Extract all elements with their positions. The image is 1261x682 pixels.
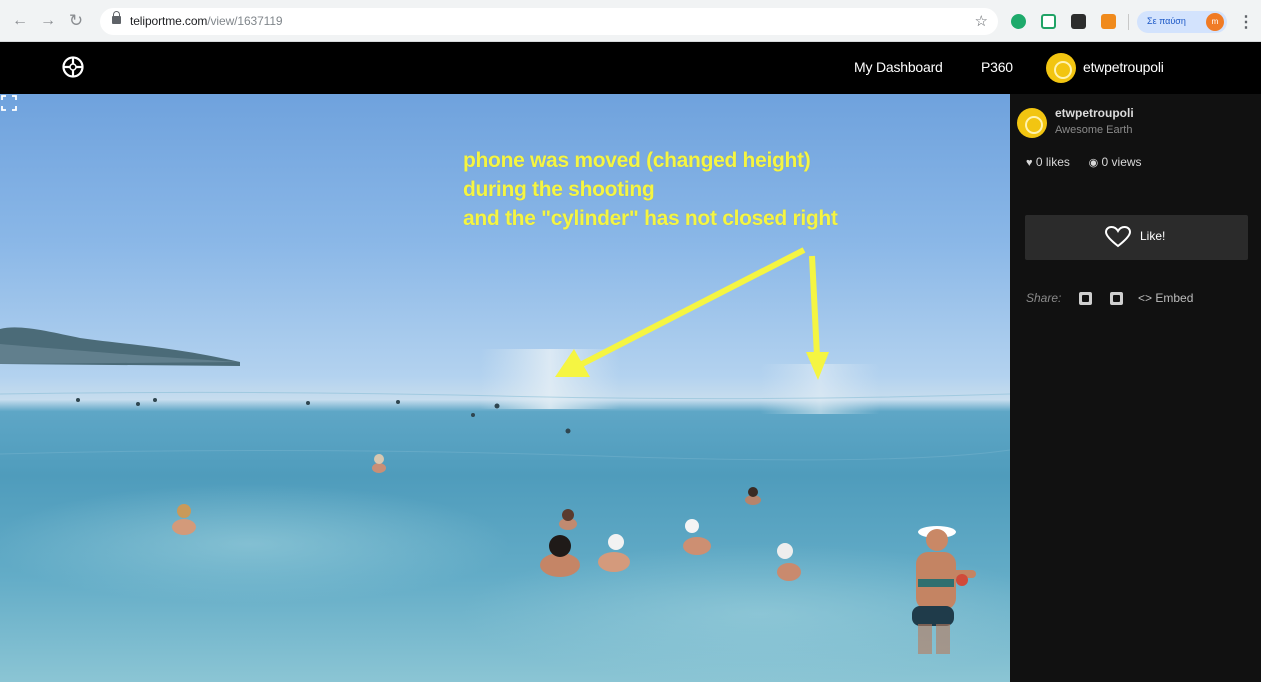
browser-toolbar: ← → ↻ teliportme.com/view/1637119 ☆ Σε π… (0, 0, 1261, 42)
bookmark-star-icon[interactable]: ☆ (975, 12, 988, 30)
heart-icon: ♥ (1026, 157, 1033, 169)
profile-button[interactable]: Σε παύση m (1137, 11, 1227, 33)
like-button[interactable]: Like! (1025, 215, 1248, 260)
annotation-line-2: during the shooting (463, 178, 655, 201)
site-header: My Dashboard P360 etwpetroupoli (0, 42, 1261, 94)
annotation-text: phone was moved (changed height) during … (463, 146, 983, 233)
annotation-line-1: phone was moved (changed height) (463, 149, 811, 172)
category-link[interactable]: Awesome Earth (1055, 124, 1132, 136)
extension-icon-sheet[interactable] (1041, 14, 1056, 29)
share-label: Share: (1026, 291, 1062, 305)
nav-p360[interactable]: P360 (981, 59, 1013, 75)
extension-icon-orange[interactable] (1101, 14, 1116, 29)
facebook-icon[interactable] (1079, 292, 1092, 305)
toolbar-divider (1128, 14, 1129, 30)
views-count: 0 views (1101, 155, 1142, 169)
heart-outline-icon (1105, 226, 1131, 248)
fullscreen-icon[interactable] (0, 94, 18, 112)
url-text: teliportme.com/view/1637119 (130, 14, 283, 28)
likes-count: 0 likes (1035, 155, 1070, 169)
extension-icon-pdf[interactable] (1071, 14, 1086, 29)
reload-icon[interactable]: ↻ (66, 11, 86, 31)
panorama-viewer[interactable]: phone was moved (changed height) during … (0, 94, 1010, 682)
lock-icon (112, 11, 121, 24)
forward-arrow-icon[interactable]: → (38, 11, 58, 31)
back-arrow-icon[interactable]: ← (10, 11, 30, 31)
header-username[interactable]: etwpetroupoli (1083, 59, 1164, 75)
url-path: /view/1637119 (207, 14, 283, 28)
teliportme-logo-icon[interactable] (62, 56, 84, 78)
annotation-line-3: and the "cylinder" has not closed right (463, 207, 838, 230)
author-username[interactable]: etwpetroupoli (1055, 106, 1134, 120)
extension-icon-green[interactable] (1011, 14, 1026, 29)
menu-kebab-icon[interactable]: ⋮ (1238, 12, 1254, 32)
info-sidebar: etwpetroupoli Awesome Earth ♥ 0 likes ◉ … (1010, 94, 1261, 682)
profile-avatar: m (1206, 13, 1224, 31)
profile-status-label: Σε παύση (1147, 16, 1186, 26)
author-avatar[interactable] (1017, 108, 1047, 138)
url-host: teliportme.com (130, 14, 208, 28)
user-avatar[interactable] (1046, 53, 1076, 83)
embed-link[interactable]: <> Embed (1138, 291, 1193, 305)
eye-icon: ◉ (1088, 157, 1099, 169)
twitter-icon[interactable] (1110, 292, 1123, 305)
address-bar[interactable]: teliportme.com/view/1637119 ☆ (100, 8, 998, 35)
nav-my-dashboard[interactable]: My Dashboard (854, 59, 943, 75)
stats-row: ♥ 0 likes ◉ 0 views (1026, 155, 1142, 169)
like-button-label: Like! (1140, 229, 1166, 243)
